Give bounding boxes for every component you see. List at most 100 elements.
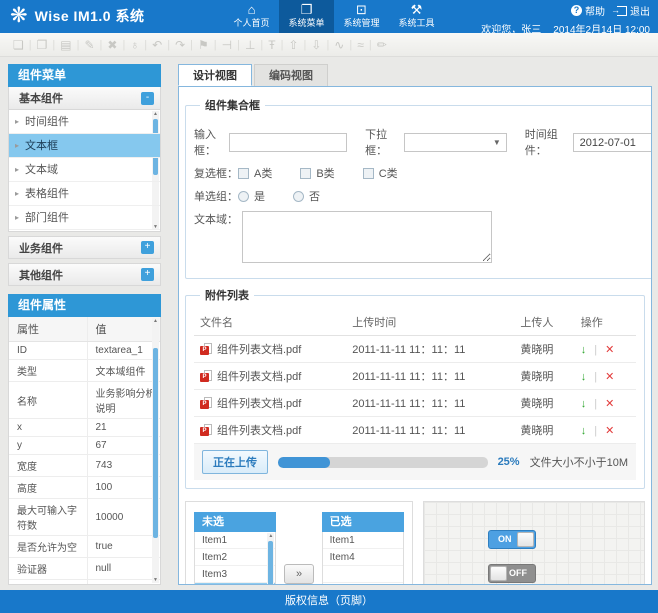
select-label: 下拉框： bbox=[365, 126, 400, 158]
publish-icon[interactable]: ♁ bbox=[125, 38, 144, 52]
tab-设计视图[interactable]: 设计视图 bbox=[178, 64, 252, 86]
view-tabs: 设计视图编码视图 bbox=[178, 64, 652, 86]
nav-item-menu-doc[interactable]: ❐系统菜单 bbox=[279, 0, 334, 33]
toggle-knob[interactable] bbox=[490, 566, 507, 581]
app-title: Wise IM1.0 系统 bbox=[35, 6, 145, 26]
menu-item-文本框[interactable]: 文本框 bbox=[9, 134, 160, 158]
line-chart-icon[interactable]: ∿ bbox=[329, 38, 349, 52]
checkbox-icon[interactable] bbox=[300, 168, 311, 179]
checkbox-A类[interactable]: A类 bbox=[238, 168, 272, 180]
date-picker[interactable]: 2012-07-01 ▦ bbox=[573, 133, 652, 152]
prop-value: 743 bbox=[87, 455, 160, 477]
pencil-icon[interactable]: ✏ bbox=[372, 38, 392, 52]
props-row: 名称业务影响分析说明 bbox=[9, 382, 160, 419]
checkbox-C类[interactable]: C类 bbox=[363, 168, 398, 180]
scroll-up-icon[interactable]: ▲ bbox=[152, 318, 159, 324]
app-logo: ❋ Wise IM1.0 系统 bbox=[10, 3, 144, 29]
radio-icon[interactable] bbox=[238, 191, 249, 202]
open-folder-icon[interactable]: ❐ bbox=[32, 38, 53, 52]
props-scrollbar[interactable]: ▲ ▼ bbox=[152, 318, 159, 583]
menu-item-部门组件[interactable]: 部门组件 bbox=[9, 206, 160, 230]
text-input[interactable] bbox=[229, 133, 347, 152]
tab-编码视图[interactable]: 编码视图 bbox=[254, 64, 328, 86]
attachment-legend: 附件列表 bbox=[200, 287, 254, 303]
expand-icon[interactable]: + bbox=[141, 268, 154, 281]
delete-icon[interactable]: ✕ bbox=[605, 344, 614, 356]
props-row: 高度100 bbox=[9, 477, 160, 499]
tools-icon: ⚒ bbox=[389, 2, 444, 17]
download-icon[interactable]: ↓ bbox=[581, 398, 587, 410]
uploading-button[interactable]: 正在上传 bbox=[202, 450, 268, 474]
export-down-icon[interactable]: ⇩ bbox=[306, 38, 326, 52]
text-format-icon[interactable]: Ŧ bbox=[263, 38, 280, 52]
accordion-basic-components[interactable]: 基本组件 - bbox=[8, 87, 161, 110]
toggle-knob[interactable] bbox=[517, 532, 534, 547]
nav-item-monitor[interactable]: ⊡系统管理 bbox=[334, 0, 389, 33]
att-uploader: 黄晓明 bbox=[514, 363, 574, 390]
list-item-Item1[interactable]: Item1 bbox=[323, 532, 403, 549]
att-filename: P组件列表文档.pdf bbox=[194, 390, 346, 417]
curve-chart-icon[interactable]: ≈ bbox=[352, 38, 369, 52]
help-label: 帮助 bbox=[585, 3, 605, 18]
copyright-text: 版权信息（页脚） bbox=[285, 595, 373, 607]
expand-icon[interactable]: + bbox=[141, 241, 154, 254]
menu-item-时间组件[interactable]: 时间组件 bbox=[9, 110, 160, 134]
collapse-icon[interactable]: - bbox=[141, 92, 154, 105]
align-bottom-icon[interactable]: ⊥ bbox=[240, 38, 260, 52]
nav-item-home[interactable]: ⌂个人首页 bbox=[224, 0, 279, 33]
menu-item-文本域[interactable]: 文本域 bbox=[9, 158, 160, 182]
nav-item-tools[interactable]: ⚒系统工具 bbox=[389, 0, 444, 33]
accordion-other-components[interactable]: 其他组件 + bbox=[8, 263, 161, 286]
nav-label: 系统管理 bbox=[334, 17, 389, 29]
checkbox-B类[interactable]: B类 bbox=[300, 168, 334, 180]
dropdown-select[interactable]: ▼ bbox=[404, 133, 507, 152]
operation-separator: | bbox=[594, 425, 597, 437]
radio-icon[interactable] bbox=[293, 191, 304, 202]
toggle-off-label: OFF bbox=[509, 568, 527, 578]
help-button[interactable]: ? 帮助 bbox=[571, 3, 605, 18]
props-col-value: 值 bbox=[87, 317, 160, 342]
list-item-Item4[interactable]: Item4 bbox=[323, 549, 403, 566]
delete-icon[interactable]: ✕ bbox=[605, 398, 614, 410]
textarea-field[interactable] bbox=[242, 211, 492, 263]
unselected-list-title: 未选 bbox=[194, 512, 276, 532]
delete-icon[interactable]: ✕ bbox=[605, 425, 614, 437]
scroll-down-icon[interactable]: ▼ bbox=[152, 577, 159, 583]
prop-name: 最大可输入字符数 bbox=[9, 499, 87, 536]
checkbox-icon[interactable] bbox=[238, 168, 249, 179]
radio-是[interactable]: 是 bbox=[238, 191, 265, 203]
new-file-icon[interactable]: ❏ bbox=[8, 38, 29, 52]
flag-icon[interactable]: ⚑ bbox=[193, 38, 214, 52]
toggle-off-switch[interactable]: OFF bbox=[488, 564, 536, 583]
list-item-Item3[interactable]: Item3 bbox=[195, 566, 275, 583]
save-icon[interactable]: ▤ bbox=[55, 38, 76, 52]
scroll-thumb[interactable] bbox=[153, 348, 158, 538]
att-operations: ↓ | ✕ bbox=[575, 417, 636, 444]
checkbox-icon[interactable] bbox=[363, 168, 374, 179]
logout-button[interactable]: 退出 bbox=[617, 3, 650, 18]
export-up-icon[interactable]: ⇧ bbox=[283, 38, 303, 52]
undo-icon[interactable]: ↶ bbox=[147, 38, 167, 52]
toggle-on-switch[interactable]: ON bbox=[488, 530, 536, 549]
redo-icon[interactable]: ↷ bbox=[170, 38, 190, 52]
download-icon[interactable]: ↓ bbox=[581, 344, 587, 356]
delete-icon[interactable]: ✕ bbox=[605, 371, 614, 383]
list-item-Item2[interactable]: Item2 bbox=[195, 549, 275, 566]
edit-doc-icon[interactable]: ✎ bbox=[79, 38, 99, 52]
list-item-Item4[interactable]: Item4 bbox=[195, 583, 275, 585]
selected-list: Item1Item4 bbox=[322, 532, 404, 585]
scroll-up-icon[interactable]: ▲ bbox=[267, 533, 274, 539]
radio-否[interactable]: 否 bbox=[293, 191, 320, 203]
move-right-button[interactable]: » bbox=[284, 564, 313, 584]
scroll-thumb[interactable] bbox=[268, 541, 273, 585]
list-item-Item1[interactable]: Item1 bbox=[195, 532, 275, 549]
accordion-business-components[interactable]: 业务组件 + bbox=[8, 236, 161, 259]
radio-group: 是否 bbox=[238, 188, 348, 204]
download-icon[interactable]: ↓ bbox=[581, 425, 587, 437]
download-icon[interactable]: ↓ bbox=[581, 371, 587, 383]
delete-icon[interactable]: ✖ bbox=[102, 38, 122, 52]
align-left-icon[interactable]: ⊣ bbox=[217, 38, 237, 52]
list-scrollbar[interactable]: ▲ ▼ bbox=[267, 533, 274, 585]
prop-name: 宽度 bbox=[9, 455, 87, 477]
menu-item-表格组件[interactable]: 表格组件 bbox=[9, 182, 160, 206]
